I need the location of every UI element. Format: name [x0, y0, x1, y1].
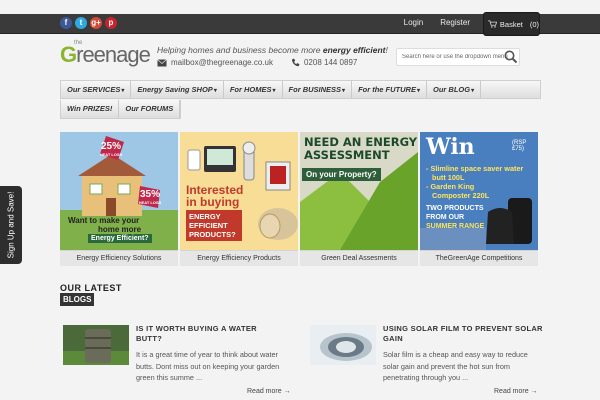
signup-side-tab-label: Sign Up and Save!	[6, 191, 16, 259]
post-title-solar-film[interactable]: USING SOLAR FILM TO PREVENT SOLAR GAIN	[383, 324, 543, 344]
logo-wordmark: Greenage	[60, 42, 151, 67]
post-excerpt-water-butt: It is a great time of year to think abou…	[136, 350, 280, 382]
tile-green-deal-image: NEED AN ENERGY ASSESSMENT On your Proper…	[300, 132, 418, 250]
shopping-cart-icon	[488, 20, 497, 28]
facebook-icon[interactable]: f	[60, 17, 72, 29]
nav-item-services[interactable]: Our SERVICES▾	[61, 81, 132, 98]
tile-competitions-range: TWO PRODUCTS FROM OUR SUMMER RANGE	[426, 205, 485, 230]
phone-number: 0208 144 0897	[303, 58, 358, 67]
tile-energy-products-caption: Energy Efficiency Products	[180, 250, 298, 266]
heat-loss-badge-25: 25% HEAT LOSS	[99, 141, 123, 158]
heat-loss-badge-35: 35% HEAT LOSS	[138, 189, 162, 206]
tile-energy-products-box: ENERGY EFFICIENT PRODUCTS?	[186, 210, 242, 241]
main-nav: Our SERVICES▾ Energy Saving SHOP▾ For HO…	[60, 80, 541, 99]
basket-label: Basket	[499, 19, 523, 29]
tile-energy-products[interactable]: Interested in buying ENERGY EFFICIENT PR…	[180, 132, 298, 266]
search-icon[interactable]	[502, 48, 520, 66]
tile-energy-solutions-caption: Energy Efficiency Solutions	[60, 250, 178, 266]
nav-item-forums[interactable]: Our FORUMS	[119, 100, 181, 118]
tile-competitions-image: Win (RSP £75) - Slimline space saver wat…	[420, 132, 538, 250]
tile-competitions-win: Win	[426, 134, 475, 160]
signup-side-tab[interactable]: Sign Up and Save!	[0, 186, 22, 264]
twitter-icon[interactable]: t	[75, 17, 87, 29]
email-link[interactable]: mailbox@thegreenage.co.uk	[171, 58, 273, 67]
secondary-nav: Win PRIZES! Our FORUMS	[60, 100, 182, 119]
tile-competitions-rsp: (RSP £75)	[512, 140, 527, 152]
tile-green-deal[interactable]: NEED AN ENERGY ASSESSMENT On your Proper…	[300, 132, 418, 266]
nav-item-shop[interactable]: Energy Saving SHOP▾	[131, 81, 224, 98]
tile-green-deal-headline: NEED AN ENERGY ASSESSMENT	[304, 135, 418, 162]
pinterest-icon[interactable]: p	[105, 17, 117, 29]
tile-energy-solutions-image: 25% HEAT LOSS 35% HEAT LOSS Want to make…	[60, 132, 178, 250]
contact-info: mailbox@thegreenage.co.uk 0208 144 0897	[157, 58, 357, 67]
site-logo[interactable]: the Greenage	[60, 40, 152, 67]
nav-item-homes[interactable]: For HOMES▾	[224, 81, 283, 98]
tile-competitions-caption: TheGreenAge Competitions	[420, 250, 538, 266]
blogs-heading-label: BLOGS	[60, 293, 95, 306]
energy-efficient-label: Energy Efficient?	[88, 234, 152, 243]
nav-item-prizes[interactable]: Win PRIZES!	[61, 100, 120, 118]
tile-competitions[interactable]: Win (RSP £75) - Slimline space saver wat…	[420, 132, 538, 266]
post-excerpt-solar-film: Solar film is a cheap and easy way to re…	[383, 350, 528, 382]
tile-green-deal-caption: Green Deal Assesments	[300, 250, 418, 266]
tile-green-deal-banner: On your Property?	[302, 168, 381, 181]
nav-item-future[interactable]: For the FUTURE▾	[352, 81, 427, 98]
google-plus-icon[interactable]: g+	[90, 17, 102, 29]
post-thumbnail-solar-film[interactable]	[310, 325, 376, 365]
tile-energy-solutions[interactable]: 25% HEAT LOSS 35% HEAT LOSS Want to make…	[60, 132, 178, 266]
basket-button[interactable]: Basket (0)	[483, 12, 540, 36]
social-links: f t g+ p	[60, 17, 117, 29]
mail-icon	[157, 58, 167, 66]
tile-energy-products-headline: Interested in buying	[186, 183, 244, 209]
tile-competitions-prizes: - Slimline space saver water butt 100L -…	[426, 164, 524, 200]
post-title-water-butt[interactable]: IS IT WORTH BUYING A WATER BUTT?	[136, 324, 257, 344]
phone-icon	[291, 58, 300, 67]
basket-count: (0)	[529, 19, 539, 29]
tagline: Helping homes and business become more e…	[157, 45, 388, 55]
tile-energy-products-image: Interested in buying ENERGY EFFICIENT PR…	[180, 132, 298, 250]
read-more-link-water-butt[interactable]: Read more →	[247, 388, 291, 395]
login-link[interactable]: Login	[404, 18, 424, 27]
blogs-heading: OUR LATEST	[60, 283, 122, 293]
nav-item-business[interactable]: For BUSINESS▾	[283, 81, 353, 98]
read-more-link-solar-film[interactable]: Read more →	[494, 388, 538, 395]
nav-item-blog[interactable]: Our BLOG▾	[427, 81, 482, 98]
post-thumbnail-water-butt[interactable]	[63, 325, 129, 365]
tile-energy-solutions-headline: Want to make your home more	[68, 216, 142, 234]
account-links: Login Register	[404, 18, 470, 27]
register-link[interactable]: Register	[440, 18, 470, 27]
